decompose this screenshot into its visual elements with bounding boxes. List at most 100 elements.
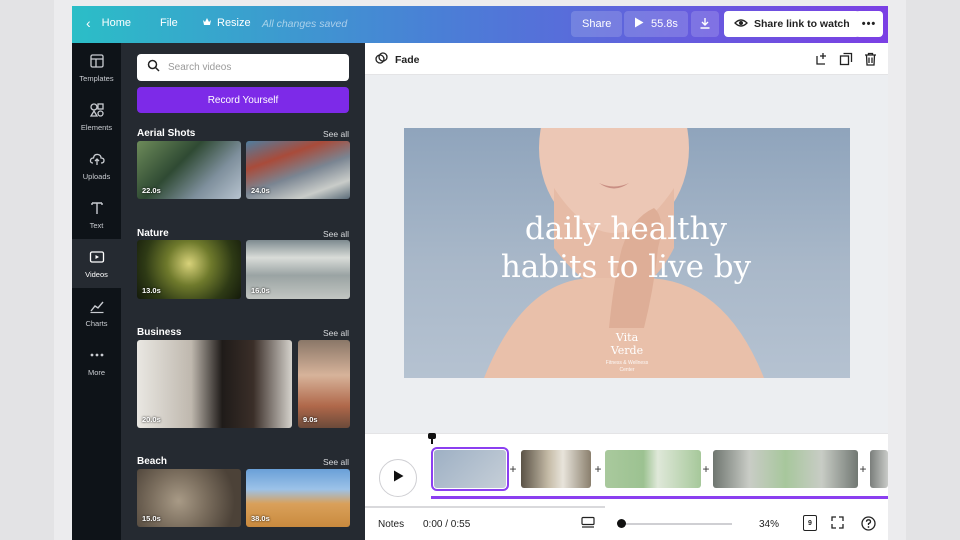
time-readout: 0:00 / 0:55 <box>423 519 471 530</box>
fullscreen-icon[interactable] <box>831 516 844 532</box>
rail-item-text[interactable]: Text <box>72 190 121 239</box>
timeline-clip[interactable] <box>605 450 701 488</box>
duration-label: 20.0s <box>142 415 161 424</box>
duplicate-icon[interactable] <box>838 51 854 67</box>
section-title-aerial: Aerial Shots <box>137 128 196 139</box>
page-count-button[interactable]: 9 <box>803 515 817 531</box>
slide-frame[interactable]: daily healthy habits to live by Vita Ver… <box>404 128 850 378</box>
elements-icon <box>89 102 105 120</box>
playhead[interactable] <box>428 433 436 444</box>
resize-button[interactable]: Resize <box>202 17 251 29</box>
add-clip-button[interactable]: + <box>699 462 713 476</box>
cloud-upload-icon <box>89 151 105 169</box>
search-input[interactable] <box>168 62 338 73</box>
chevron-left-icon: ‹ <box>86 15 91 31</box>
rail-item-videos[interactable]: Videos <box>72 239 121 288</box>
see-all-nature[interactable]: See all <box>323 229 349 239</box>
brand-sub-line-1: Fitness & Wellness <box>605 360 649 366</box>
rail-label: Elements <box>80 122 113 132</box>
zoom-level[interactable]: 34% <box>759 519 779 530</box>
video-thumbnail[interactable]: 9.0s <box>298 340 350 428</box>
download-button[interactable] <box>691 11 719 37</box>
rail-item-more[interactable]: More <box>72 337 121 386</box>
audio-track[interactable] <box>431 496 888 499</box>
brand-tagline: Fitness & Wellness Center <box>580 360 674 374</box>
share-button[interactable]: Share <box>571 11 623 37</box>
duration-label: 38.0s <box>251 514 270 523</box>
video-thumbnail[interactable]: 20.0s <box>137 340 292 428</box>
duration-label: 13.0s <box>142 286 161 295</box>
video-thumbnail[interactable]: 15.0s <box>137 469 241 527</box>
trash-icon[interactable] <box>862 51 878 67</box>
help-icon[interactable] <box>861 516 876 534</box>
add-clip-button[interactable]: + <box>856 462 870 476</box>
play-icon <box>634 17 644 31</box>
section-title-nature: Nature <box>137 228 169 239</box>
timeline-scrollbar[interactable] <box>365 506 605 508</box>
see-all-beach[interactable]: See all <box>323 457 349 467</box>
templates-icon <box>89 53 105 71</box>
video-thumbnail[interactable]: 22.0s <box>137 141 241 199</box>
present-play-button[interactable]: 55.8s <box>624 11 688 37</box>
timeline-clip[interactable] <box>521 450 591 488</box>
video-thumbnail[interactable]: 13.0s <box>137 240 241 299</box>
search-icon <box>147 59 160 77</box>
section-title-business: Business <box>137 327 182 338</box>
rail-label: Videos <box>85 269 108 279</box>
rail-item-charts[interactable]: Charts <box>72 288 121 337</box>
transition-label: Fade <box>395 54 420 66</box>
videos-icon <box>89 249 105 267</box>
rail-label: Text <box>89 220 104 230</box>
home-button[interactable]: ‹ Home <box>86 15 131 31</box>
timeline-clip-selected[interactable] <box>431 447 509 491</box>
record-yourself-button[interactable]: Record Yourself <box>137 87 349 113</box>
notes-button[interactable]: Notes <box>378 519 404 530</box>
transition-button[interactable]: Fade <box>375 52 420 68</box>
editor-toolbar: Fade <box>365 43 888 75</box>
transition-icon <box>375 52 388 68</box>
slide-headline[interactable]: daily healthy habits to live by <box>496 210 756 286</box>
see-all-business[interactable]: See all <box>323 328 349 338</box>
video-thumbnail[interactable]: 16.0s <box>246 240 350 299</box>
add-page-icon[interactable] <box>814 51 830 67</box>
brand-logo[interactable]: Vita Verde <box>592 331 662 357</box>
file-menu-button[interactable]: File <box>160 17 178 29</box>
video-thumbnail[interactable]: 24.0s <box>246 141 350 199</box>
video-thumbnail[interactable]: 38.0s <box>246 469 350 527</box>
add-clip-button[interactable]: + <box>591 462 605 476</box>
timeline: + + + + <box>365 433 888 509</box>
see-all-aerial[interactable]: See all <box>323 129 349 139</box>
crown-icon <box>202 17 212 29</box>
rail-item-uploads[interactable]: Uploads <box>72 141 121 190</box>
more-icon <box>89 347 105 365</box>
editor-screen: ‹ Home File Resize All changes saved Sha… <box>72 6 888 540</box>
timeline-play-button[interactable] <box>379 459 417 497</box>
play-icon <box>393 469 404 487</box>
duration-label: 16.0s <box>251 286 270 295</box>
resize-label: Resize <box>217 17 251 29</box>
rail-label: Charts <box>85 318 108 328</box>
brand-line-1: Vita <box>615 331 639 344</box>
share-link-label: Share link to watch <box>754 18 850 30</box>
search-box[interactable] <box>137 54 349 81</box>
zoom-slider-handle[interactable] <box>617 519 626 528</box>
left-rail: Templates Elements Uploads Text Videos C… <box>72 43 121 540</box>
section-title-beach: Beach <box>137 456 168 467</box>
rail-item-elements[interactable]: Elements <box>72 92 121 141</box>
charts-icon <box>89 298 105 316</box>
zoom-slider-track[interactable] <box>622 523 732 525</box>
play-duration: 55.8s <box>651 18 678 30</box>
more-options-button[interactable]: ••• <box>855 11 883 37</box>
rail-label: Templates <box>79 73 114 83</box>
timeline-clip[interactable] <box>870 450 888 488</box>
bottom-bar: Notes 0:00 / 0:55 34% 9 <box>365 509 888 540</box>
add-clip-button[interactable]: + <box>506 462 520 476</box>
share-link-button[interactable]: Share link to watch <box>724 11 860 37</box>
download-icon <box>699 17 711 32</box>
rail-item-templates[interactable]: Templates <box>72 43 121 92</box>
headline-line-1: daily healthy <box>524 211 728 247</box>
rail-label: More <box>87 367 106 377</box>
ellipsis-icon: ••• <box>861 18 877 30</box>
timeline-clip[interactable] <box>713 450 858 488</box>
timeline-toggle-icon[interactable] <box>581 516 595 532</box>
